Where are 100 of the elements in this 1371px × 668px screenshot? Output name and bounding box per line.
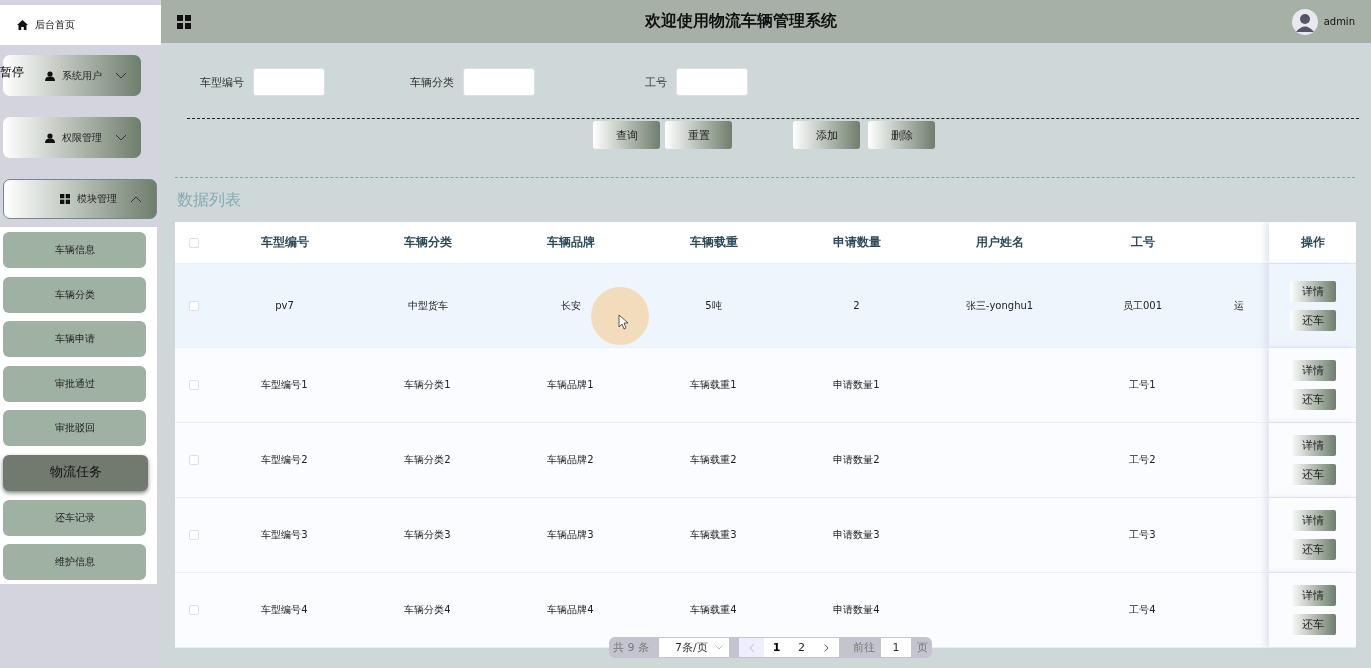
column-header: 工号 (1130, 234, 1155, 251)
table-cell: 车辆分类1 (404, 378, 451, 392)
table-cell: 申请数量1 (833, 378, 880, 392)
table-cell: pv7 (275, 300, 294, 311)
column-header: 用户姓名 (975, 234, 1024, 251)
row-action-button[interactable]: 详情 (1289, 360, 1336, 381)
field-label: 车辆分类 (410, 74, 454, 90)
table-cell: 车辆载重2 (690, 453, 737, 467)
row-action-button[interactable]: 还车 (1289, 464, 1336, 485)
section-title: 数据列表 (177, 190, 242, 211)
table-cell: 长安 (560, 298, 581, 313)
person-icon (45, 70, 55, 81)
action-button[interactable]: 删除 (868, 121, 935, 149)
table-cell: 工号1 (1129, 378, 1156, 392)
submenu-item[interactable]: 物流任务 (3, 454, 148, 491)
table-cell: 申请数量4 (833, 603, 880, 617)
table-cell: 工号2 (1129, 453, 1156, 467)
action-button[interactable]: 重置 (665, 121, 732, 149)
grid-icon[interactable] (177, 14, 191, 29)
home-menu-item[interactable]: 后台首页 (0, 5, 161, 45)
table-cell: 车辆品牌2 (547, 453, 594, 467)
table-cell: 车型编号1 (261, 378, 308, 392)
user-name[interactable]: admin (1323, 16, 1355, 27)
submenu-item[interactable]: 车辆信息 (3, 232, 146, 268)
prev-page-button[interactable] (739, 638, 764, 657)
submenu-item[interactable]: 车辆申请 (3, 321, 146, 358)
checkbox[interactable] (189, 455, 199, 465)
column-header: 操作 (1300, 234, 1325, 251)
checkbox[interactable] (189, 605, 199, 615)
page-suffix: 页 (917, 640, 928, 655)
row-action-button[interactable]: 还车 (1289, 614, 1336, 635)
table-cell: 申请数量3 (833, 528, 880, 542)
table-cell: 运 (1234, 298, 1244, 313)
table-cell: 车辆载重1 (690, 378, 737, 392)
table-cell: 5吨 (705, 298, 722, 313)
search-field[interactable] (676, 68, 748, 96)
table-cell: 车辆分类4 (404, 603, 451, 617)
column-header: 申请数量 (832, 234, 881, 251)
table-cell: 车型编号3 (261, 528, 308, 542)
table-cell: 工号3 (1129, 528, 1156, 542)
field-label: 车型编号 (200, 74, 244, 90)
page-title: 欢迎使用物流车辆管理系统 (644, 11, 839, 32)
table-cell: 张三-yonghu1 (965, 298, 1034, 313)
chevron-up-icon (130, 195, 142, 203)
table-cell: 车辆载重4 (690, 603, 737, 617)
chevron-down-icon (115, 72, 127, 79)
table-cell: 车辆分类3 (404, 528, 451, 542)
page-size-select[interactable]: 7条/页 (659, 638, 729, 657)
submenu-item[interactable]: 审批驳回 (3, 410, 146, 447)
action-button[interactable]: 查询 (593, 121, 660, 149)
checkbox[interactable] (189, 237, 199, 248)
checkbox[interactable] (189, 380, 199, 390)
table-cell: 车辆品牌4 (547, 603, 594, 617)
column-header: 车辆品牌 (546, 234, 595, 251)
row-action-button[interactable]: 还车 (1289, 389, 1336, 410)
table-cell: 2 (853, 300, 860, 311)
checkbox[interactable] (189, 300, 199, 311)
table-cell: 申请数量2 (833, 453, 880, 467)
chevron-down-icon (115, 134, 127, 141)
table-cell: 车辆品牌1 (547, 378, 594, 392)
chevron-left-icon (749, 643, 754, 652)
table-cell: 车型编号4 (261, 603, 308, 617)
submenu-item[interactable]: 车辆分类 (3, 276, 146, 313)
submenu-item[interactable]: 维护信息 (3, 544, 146, 581)
row-action-button[interactable]: 还车 (1289, 539, 1336, 560)
menu-item[interactable]: 权限管理 (3, 117, 141, 158)
page-input[interactable]: 1 (881, 638, 911, 657)
table-cell: 车辆载重3 (690, 528, 737, 542)
column-header: 车辆分类 (403, 234, 452, 251)
checkbox[interactable] (189, 530, 199, 540)
table-cell: 车型编号2 (261, 453, 308, 467)
row-action-button[interactable]: 详情 (1289, 280, 1336, 302)
row-action-button[interactable]: 详情 (1289, 435, 1336, 456)
goto-label: 前往 (853, 640, 875, 655)
row-action-button[interactable]: 详情 (1289, 585, 1336, 606)
column-header: 车辆载重 (689, 234, 738, 251)
person-icon (45, 132, 55, 143)
action-button[interactable]: 添加 (793, 121, 860, 149)
home-icon (17, 20, 28, 30)
chevron-down-icon (715, 645, 723, 650)
row-action-button[interactable]: 详情 (1289, 510, 1336, 531)
table-cell: 车辆分类2 (404, 453, 451, 467)
overlay-text: 暂停 (0, 64, 24, 81)
avatar-icon (1291, 8, 1318, 35)
grid-icon (60, 194, 70, 204)
table-cell: 中型货车 (407, 298, 448, 313)
chevron-right-icon (824, 643, 829, 652)
table-cell: 车辆品牌3 (547, 528, 594, 542)
table-cell: 员工001 (1122, 298, 1163, 313)
field-label: 工号 (645, 74, 667, 90)
total-count: 共 9 条 (613, 640, 649, 655)
menu-item[interactable]: 模块管理 (3, 179, 157, 219)
submenu-item[interactable]: 还车记录 (3, 499, 146, 536)
search-field[interactable] (463, 68, 535, 96)
cursor-highlight-icon (591, 287, 649, 345)
column-header: 车型编号 (260, 234, 309, 251)
submenu-item[interactable]: 审批通过 (3, 365, 146, 402)
table-cell: 工号4 (1129, 603, 1156, 617)
row-action-button[interactable]: 还车 (1289, 309, 1336, 331)
search-field[interactable] (253, 68, 325, 96)
